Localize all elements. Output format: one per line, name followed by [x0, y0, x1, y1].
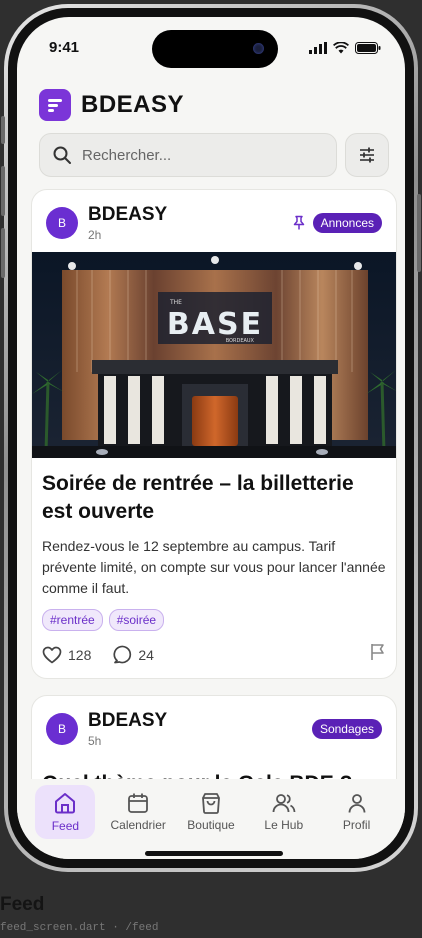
signal-icon — [309, 42, 327, 54]
comment-button[interactable]: 24 — [113, 645, 154, 664]
search-icon — [53, 146, 71, 164]
nav-label: Le Hub — [264, 818, 304, 832]
nav-label: Calendrier — [110, 818, 166, 832]
status-icons — [309, 42, 381, 54]
like-button[interactable]: 128 — [42, 646, 91, 664]
nav-calendrier[interactable]: Calendrier — [108, 785, 168, 839]
post-header: B BDEASY 5h Sondages — [32, 696, 396, 758]
sign-subtext: BORDEAUX — [226, 338, 255, 344]
screen: 9:41 BDEASY Rechercher... B BDEASY 2h An… — [17, 17, 405, 859]
sliders-icon — [360, 147, 374, 163]
heart-icon — [42, 646, 62, 663]
volume-down-button — [1, 228, 5, 278]
like-count: 128 — [68, 646, 92, 663]
users-icon — [272, 794, 296, 813]
app-header: BDEASY — [39, 89, 184, 121]
bottom-nav: Feed Calendrier Boutique Le Hub Profil — [17, 779, 405, 859]
phone-frame: 9:41 BDEASY Rechercher... B BDEASY 2h An… — [1, 4, 421, 872]
comment-icon — [113, 645, 132, 664]
shopping-bag-icon — [202, 793, 220, 814]
calendar-icon — [128, 793, 149, 813]
nav-le-hub[interactable]: Le Hub — [254, 785, 314, 839]
category-badge[interactable]: Annonces — [312, 213, 382, 233]
comment-count: 24 — [138, 646, 154, 663]
screen-caption-subtitle: feed_screen.dart · /feed — [0, 922, 159, 934]
sign-text: BASE — [167, 307, 263, 342]
search-input[interactable] — [82, 146, 302, 164]
power-button — [417, 194, 421, 272]
post-body: Rendez-vous le 12 septembre au campus. T… — [42, 538, 386, 596]
camera-icon — [253, 43, 264, 54]
post-title[interactable]: Soirée de rentrée – la billetterie est o… — [32, 458, 396, 526]
wifi-icon — [333, 42, 349, 54]
post-time: 5h — [88, 734, 102, 748]
nav-feed[interactable]: Feed — [35, 785, 96, 839]
filter-button[interactable] — [345, 133, 389, 177]
tag-chip[interactable]: #rentrée — [42, 609, 103, 631]
nav-boutique[interactable]: Boutique — [181, 785, 241, 839]
mute-switch — [1, 116, 5, 144]
nav-label: Profil — [342, 818, 371, 832]
tag-list: #rentrée #soirée — [32, 599, 396, 631]
home-indicator[interactable] — [145, 851, 283, 856]
post-header: B BDEASY 2h Annonces — [32, 190, 396, 252]
pin-icon — [291, 215, 307, 231]
tag-chip[interactable]: #soirée — [108, 609, 165, 631]
screen-caption-title: Feed — [0, 894, 45, 915]
dynamic-island — [152, 30, 278, 68]
nav-label: Boutique — [187, 818, 235, 832]
flag-icon — [371, 644, 384, 660]
nav-profil[interactable]: Profil — [327, 785, 387, 839]
post-time: 2h — [88, 228, 102, 242]
nav-label: Feed — [51, 819, 80, 833]
sign-prefix-text: THE — [169, 299, 182, 306]
battery-icon — [355, 42, 381, 54]
home-icon — [55, 793, 76, 814]
app-logo-icon — [39, 89, 71, 121]
post-card[interactable]: B BDEASY 2h Annonces THE BASE BORDEAUX S… — [31, 189, 397, 679]
avatar[interactable]: B — [46, 713, 78, 745]
post-actions: 128 24 — [32, 631, 396, 678]
user-icon — [348, 794, 365, 813]
report-button[interactable] — [370, 643, 386, 666]
search-bar[interactable] — [39, 133, 337, 177]
volume-up-button — [1, 166, 5, 216]
post-author[interactable]: BDEASY — [88, 710, 312, 732]
category-badge[interactable]: Sondages — [311, 719, 382, 739]
status-time: 9:41 — [49, 39, 80, 56]
avatar[interactable]: B — [46, 207, 78, 239]
app-title: BDEASY — [81, 91, 185, 118]
feed-list: B BDEASY 2h Annonces THE BASE BORDEAUX S… — [31, 189, 397, 815]
post-author[interactable]: BDEASY — [88, 204, 291, 226]
post-image[interactable]: THE BASE BORDEAUX — [32, 252, 396, 458]
